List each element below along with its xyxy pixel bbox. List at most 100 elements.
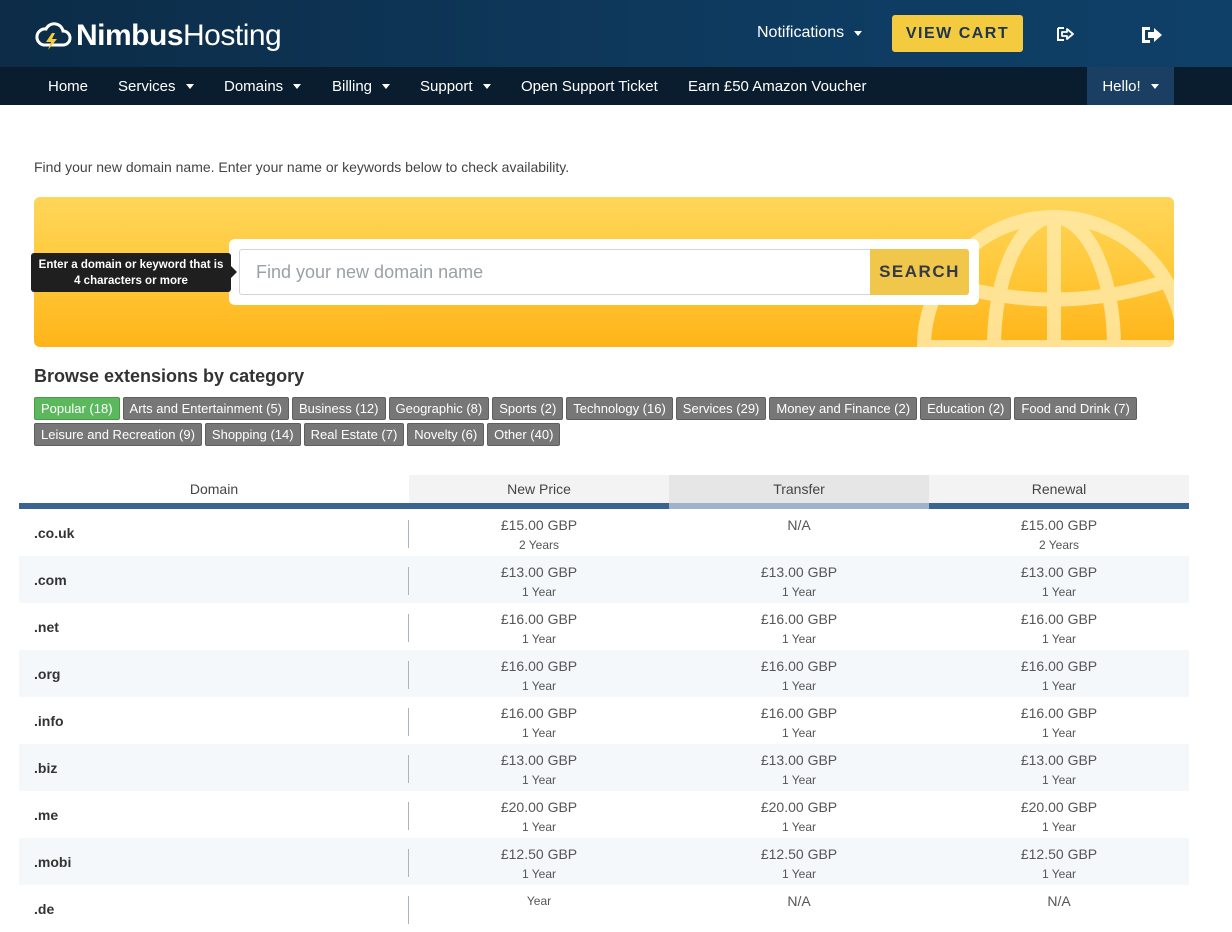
category-pill[interactable]: Services (29) — [675, 397, 767, 420]
renewal-price-cell: £16.00 GBP 1 Year — [929, 650, 1189, 697]
table-row[interactable]: .co.uk £15.00 GBP 2 Years N/A £15.00 GBP 2 Ye… — [19, 509, 1189, 556]
new-price-term: Year — [526, 894, 552, 908]
renewal-price: £20.00 GBP — [1020, 799, 1098, 815]
new-price-term: 2 Years — [518, 538, 560, 552]
new-price-cell: £13.00 GBP 1 Year — [409, 744, 669, 791]
new-price-cell: £16.00 GBP 1 Year — [409, 650, 669, 697]
transfer-price-term: 1 Year — [781, 585, 817, 599]
column-header-renewal[interactable]: Renewal — [929, 475, 1189, 503]
table-row[interactable]: .biz £13.00 GBP 1 Year £13.00 GBP 1 Year £13.… — [19, 744, 1189, 791]
renewal-price-cell: £16.00 GBP 1 Year — [929, 603, 1189, 650]
category-pill[interactable]: Leisure and Recreation (9) — [34, 423, 202, 446]
renewal-price: £13.00 GBP — [1020, 752, 1098, 768]
chevron-down-icon — [1150, 83, 1159, 89]
new-price: £13.00 GBP — [500, 564, 578, 580]
table-row[interactable]: .info £16.00 GBP 1 Year £16.00 GBP 1 Year £16… — [19, 697, 1189, 744]
chevron-down-icon — [382, 83, 391, 89]
user-menu-label: Hello! — [1102, 77, 1141, 95]
transfer-price-term: 1 Year — [781, 820, 817, 834]
new-price-cell: Year — [409, 885, 669, 932]
nav-item-open-ticket[interactable]: Open Support Ticket — [521, 67, 658, 105]
table-header: Domain New Price Transfer Renewal — [19, 475, 1189, 509]
new-price-cell: £16.00 GBP 1 Year — [409, 603, 669, 650]
notifications-dropdown[interactable]: Notifications — [757, 24, 863, 42]
new-price: £12.50 GBP — [500, 846, 578, 862]
user-menu[interactable]: Hello! — [1087, 67, 1174, 105]
main-nav: Home Services Domains Billing Support Op… — [0, 67, 1232, 105]
nav-item-domains[interactable]: Domains — [224, 67, 302, 105]
renewal-price-cell: £12.50 GBP 1 Year — [929, 838, 1189, 885]
table-row[interactable]: .me £20.00 GBP 1 Year £20.00 GBP 1 Year £20.0… — [19, 791, 1189, 838]
nav-item-services[interactable]: Services — [118, 67, 194, 105]
transfer-price-term: 1 Year — [781, 867, 817, 881]
transfer-price-cell: N/A — [669, 509, 929, 556]
intro-text: Find your new domain name. Enter your na… — [34, 159, 570, 175]
renewal-price: N/A — [1047, 893, 1071, 909]
transfer-price-cell: £16.00 GBP 1 Year — [669, 697, 929, 744]
category-pill[interactable]: Technology (16) — [566, 397, 673, 420]
renewal-price: £16.00 GBP — [1020, 705, 1098, 721]
category-pill[interactable]: Food and Drink (7) — [1014, 397, 1137, 420]
table-row[interactable]: .net £16.00 GBP 1 Year £16.00 GBP 1 Year £16.… — [19, 603, 1189, 650]
domain-extension: .mobi — [19, 838, 409, 885]
category-pill[interactable]: Education (2) — [920, 397, 1012, 420]
table-row[interactable]: .org £16.00 GBP 1 Year £16.00 GBP 1 Year £16.… — [19, 650, 1189, 697]
header: NimbusHosting Notifications VIEW CART — [0, 0, 1232, 67]
renewal-price: £16.00 GBP — [1020, 611, 1098, 627]
category-pill[interactable]: Other (40) — [487, 423, 561, 446]
categories-title: Browse extensions by category — [34, 366, 305, 386]
chevron-down-icon — [293, 83, 302, 89]
new-price-term: 1 Year — [521, 867, 557, 881]
transfer-price: £13.00 GBP — [760, 752, 838, 768]
renewal-price-term: 1 Year — [1041, 679, 1077, 693]
renewal-price-term: 1 Year — [1041, 726, 1077, 740]
transfer-price: £16.00 GBP — [760, 611, 838, 627]
transfer-price-term: 1 Year — [781, 726, 817, 740]
tooltip-line: 4 characters or more — [74, 275, 188, 287]
category-pill[interactable]: Geographic (8) — [388, 397, 490, 420]
domain-search-input[interactable] — [239, 249, 871, 295]
category-pill[interactable]: Sports (2) — [492, 397, 564, 420]
search-button[interactable]: SEARCH — [870, 249, 969, 295]
sign-in-icon[interactable] — [1055, 24, 1077, 46]
new-price-term: 1 Year — [521, 726, 557, 740]
category-pill[interactable]: Business (12) — [292, 397, 386, 420]
transfer-price-cell: £13.00 GBP 1 Year — [669, 556, 929, 603]
domain-extension: .com — [19, 556, 409, 603]
column-header-domain[interactable]: Domain — [19, 475, 409, 503]
renewal-price-cell: N/A — [929, 885, 1189, 932]
category-pill[interactable]: Shopping (14) — [204, 423, 301, 446]
table-row[interactable]: .de Year N/A N/A — [19, 885, 1189, 932]
table-row[interactable]: .com £13.00 GBP 1 Year £13.00 GBP 1 Year £13.… — [19, 556, 1189, 603]
sign-out-icon[interactable] — [1140, 24, 1162, 46]
domain-extension: .de — [19, 885, 409, 932]
category-pill[interactable]: Real Estate (7) — [303, 423, 405, 446]
category-pill[interactable]: Novelty (6) — [407, 423, 485, 446]
category-pill[interactable]: Arts and Entertainment (5) — [122, 397, 290, 420]
column-header-transfer[interactable]: Transfer — [669, 475, 929, 503]
category-pill[interactable]: Money and Finance (2) — [769, 397, 918, 420]
renewal-price: £16.00 GBP — [1020, 658, 1098, 674]
transfer-price: £12.50 GBP — [760, 846, 838, 862]
category-list: Popular (18) Arts and Entertainment (5) Bu… — [34, 397, 1144, 446]
nav-item-home[interactable]: Home — [48, 67, 88, 105]
table-body: .co.uk £15.00 GBP 2 Years N/A £15.00 GBP 2 Ye… — [19, 509, 1189, 932]
nav-item-billing[interactable]: Billing — [332, 67, 391, 105]
view-cart-button[interactable]: VIEW CART — [892, 15, 1023, 52]
renewal-price-term: 1 Year — [1041, 585, 1077, 599]
category-pill[interactable]: Popular (18) — [34, 397, 120, 420]
renewal-price-term: 1 Year — [1041, 820, 1077, 834]
transfer-price: £16.00 GBP — [760, 705, 838, 721]
table-row[interactable]: .mobi £12.50 GBP 1 Year £12.50 GBP 1 Year £12… — [19, 838, 1189, 885]
transfer-price-cell: £16.00 GBP 1 Year — [669, 650, 929, 697]
renewal-price-cell: £20.00 GBP 1 Year — [929, 791, 1189, 838]
renewal-price-cell: £13.00 GBP 1 Year — [929, 556, 1189, 603]
brand-logo[interactable]: NimbusHosting — [34, 18, 282, 54]
column-header-new-price[interactable]: New Price — [409, 475, 669, 503]
nav-item-support[interactable]: Support — [420, 67, 491, 105]
search-tooltip: Enter a domain or keyword that is 4 char… — [31, 253, 231, 292]
transfer-price-cell: £16.00 GBP 1 Year — [669, 603, 929, 650]
nav-label: Open Support Ticket — [521, 77, 658, 95]
brand-name-bold: Nimbus — [76, 19, 184, 52]
nav-item-voucher[interactable]: Earn £50 Amazon Voucher — [688, 67, 866, 105]
